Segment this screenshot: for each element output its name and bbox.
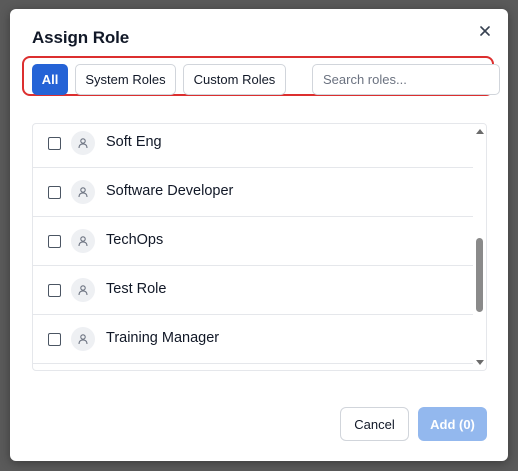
add-button[interactable]: Add (0) <box>418 407 487 441</box>
close-button[interactable] <box>476 22 494 40</box>
assign-role-dialog: Assign Role All System Roles Custom Role… <box>10 9 508 461</box>
role-label: Test Role <box>106 281 167 297</box>
role-row-test-role[interactable]: Test Role <box>33 266 473 315</box>
cancel-button[interactable]: Cancel <box>340 407 409 441</box>
role-row-techops[interactable]: TechOps <box>33 217 473 266</box>
role-checkbox[interactable] <box>48 137 61 150</box>
list-scrollbar[interactable] <box>473 124 486 370</box>
user-icon <box>71 278 95 302</box>
role-label: Software Developer <box>106 183 234 199</box>
scroll-up-arrow-icon[interactable] <box>476 129 484 134</box>
role-row-training-manager[interactable]: Training Manager <box>33 315 473 364</box>
role-checkbox[interactable] <box>48 284 61 297</box>
scrollbar-thumb[interactable] <box>476 238 483 312</box>
role-label: Training Manager <box>106 330 220 346</box>
filter-all-button[interactable]: All <box>32 64 68 95</box>
user-icon <box>71 229 95 253</box>
role-label: Soft Eng <box>106 134 162 150</box>
user-icon <box>71 327 95 351</box>
search-roles-input[interactable] <box>312 64 500 95</box>
role-label: TechOps <box>106 232 164 248</box>
close-icon <box>480 26 490 36</box>
user-icon <box>71 131 95 155</box>
role-row-soft-eng[interactable]: Soft Eng <box>33 124 473 168</box>
role-row-software-developer[interactable]: Software Developer <box>33 168 473 217</box>
role-checkbox[interactable] <box>48 186 61 199</box>
role-checkbox[interactable] <box>48 235 61 248</box>
role-checkbox[interactable] <box>48 333 61 346</box>
role-filter-bar: All System Roles Custom Roles <box>22 56 500 96</box>
dialog-title: Assign Role <box>32 28 130 47</box>
filter-custom-roles-button[interactable]: Custom Roles <box>183 64 286 95</box>
user-icon <box>71 180 95 204</box>
scroll-down-arrow-icon[interactable] <box>476 360 484 365</box>
roles-list: Soft Eng Software Developer TechOps Test… <box>32 123 487 371</box>
filter-system-roles-button[interactable]: System Roles <box>75 64 176 95</box>
